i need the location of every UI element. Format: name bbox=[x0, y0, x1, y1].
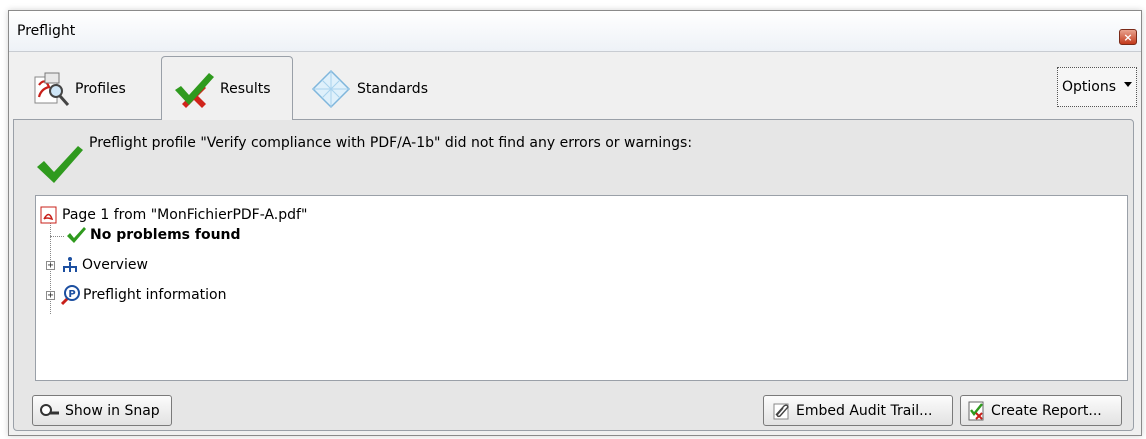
tree-preflight-info-label: Preflight information bbox=[83, 287, 227, 303]
tab-results[interactable]: Results bbox=[161, 56, 293, 120]
window-title: Preflight bbox=[17, 23, 76, 39]
show-in-snap-label: Show in Snap bbox=[65, 402, 160, 419]
result-message: Preflight profile "Verify compliance wit… bbox=[89, 135, 693, 151]
profiles-icon bbox=[31, 71, 71, 107]
embed-audit-trail-button[interactable]: Embed Audit Trail... bbox=[763, 395, 953, 426]
create-report-label: Create Report... bbox=[991, 402, 1102, 419]
standards-icon bbox=[309, 69, 353, 109]
check-icon bbox=[66, 226, 86, 244]
tab-results-label: Results bbox=[220, 80, 271, 97]
preflight-window: Preflight × Profiles Results Standards O… bbox=[8, 10, 1142, 436]
tab-profiles[interactable]: Profiles bbox=[27, 58, 167, 120]
options-label: Options bbox=[1062, 79, 1117, 95]
tree-item-status[interactable]: No problems found bbox=[66, 226, 241, 244]
tree-status-label: No problems found bbox=[90, 227, 241, 243]
tab-profiles-label: Profiles bbox=[75, 81, 126, 97]
embed-audit-label: Embed Audit Trail... bbox=[796, 402, 933, 419]
create-report-button[interactable]: Create Report... bbox=[960, 395, 1122, 426]
options-dropdown[interactable]: Options bbox=[1057, 67, 1137, 107]
expand-icon[interactable]: + bbox=[46, 290, 55, 300]
tree-root-label: Page 1 from "MonFichierPDF-A.pdf" bbox=[62, 207, 308, 223]
success-check-icon bbox=[35, 145, 83, 189]
chevron-down-icon bbox=[1124, 82, 1132, 87]
magnifier-icon bbox=[39, 403, 61, 419]
tab-standards[interactable]: Standards bbox=[305, 58, 455, 120]
results-tree[interactable]: Page 1 from "MonFichierPDF-A.pdf" No pro… bbox=[35, 195, 1128, 381]
tree-item-overview[interactable]: + Overview bbox=[46, 256, 148, 274]
close-button[interactable]: × bbox=[1119, 29, 1137, 45]
close-icon: × bbox=[1123, 31, 1133, 44]
svg-text:P: P bbox=[68, 289, 75, 300]
pdf-file-icon bbox=[40, 206, 58, 224]
paperclip-icon bbox=[770, 401, 792, 421]
tree-item-root[interactable]: Page 1 from "MonFichierPDF-A.pdf" bbox=[40, 206, 307, 224]
tab-standards-label: Standards bbox=[357, 81, 428, 97]
report-icon bbox=[967, 400, 987, 422]
preflight-info-icon: P bbox=[59, 284, 81, 306]
overview-icon bbox=[61, 256, 79, 274]
tree-line-branch bbox=[50, 236, 64, 237]
expand-icon[interactable]: + bbox=[46, 260, 55, 270]
tree-overview-label: Overview bbox=[82, 257, 148, 273]
show-in-snap-button[interactable]: Show in Snap bbox=[32, 395, 172, 426]
tree-item-preflight-info[interactable]: + P Preflight information bbox=[46, 284, 226, 306]
title-bar: Preflight × bbox=[9, 11, 1141, 52]
results-icon bbox=[172, 70, 216, 108]
